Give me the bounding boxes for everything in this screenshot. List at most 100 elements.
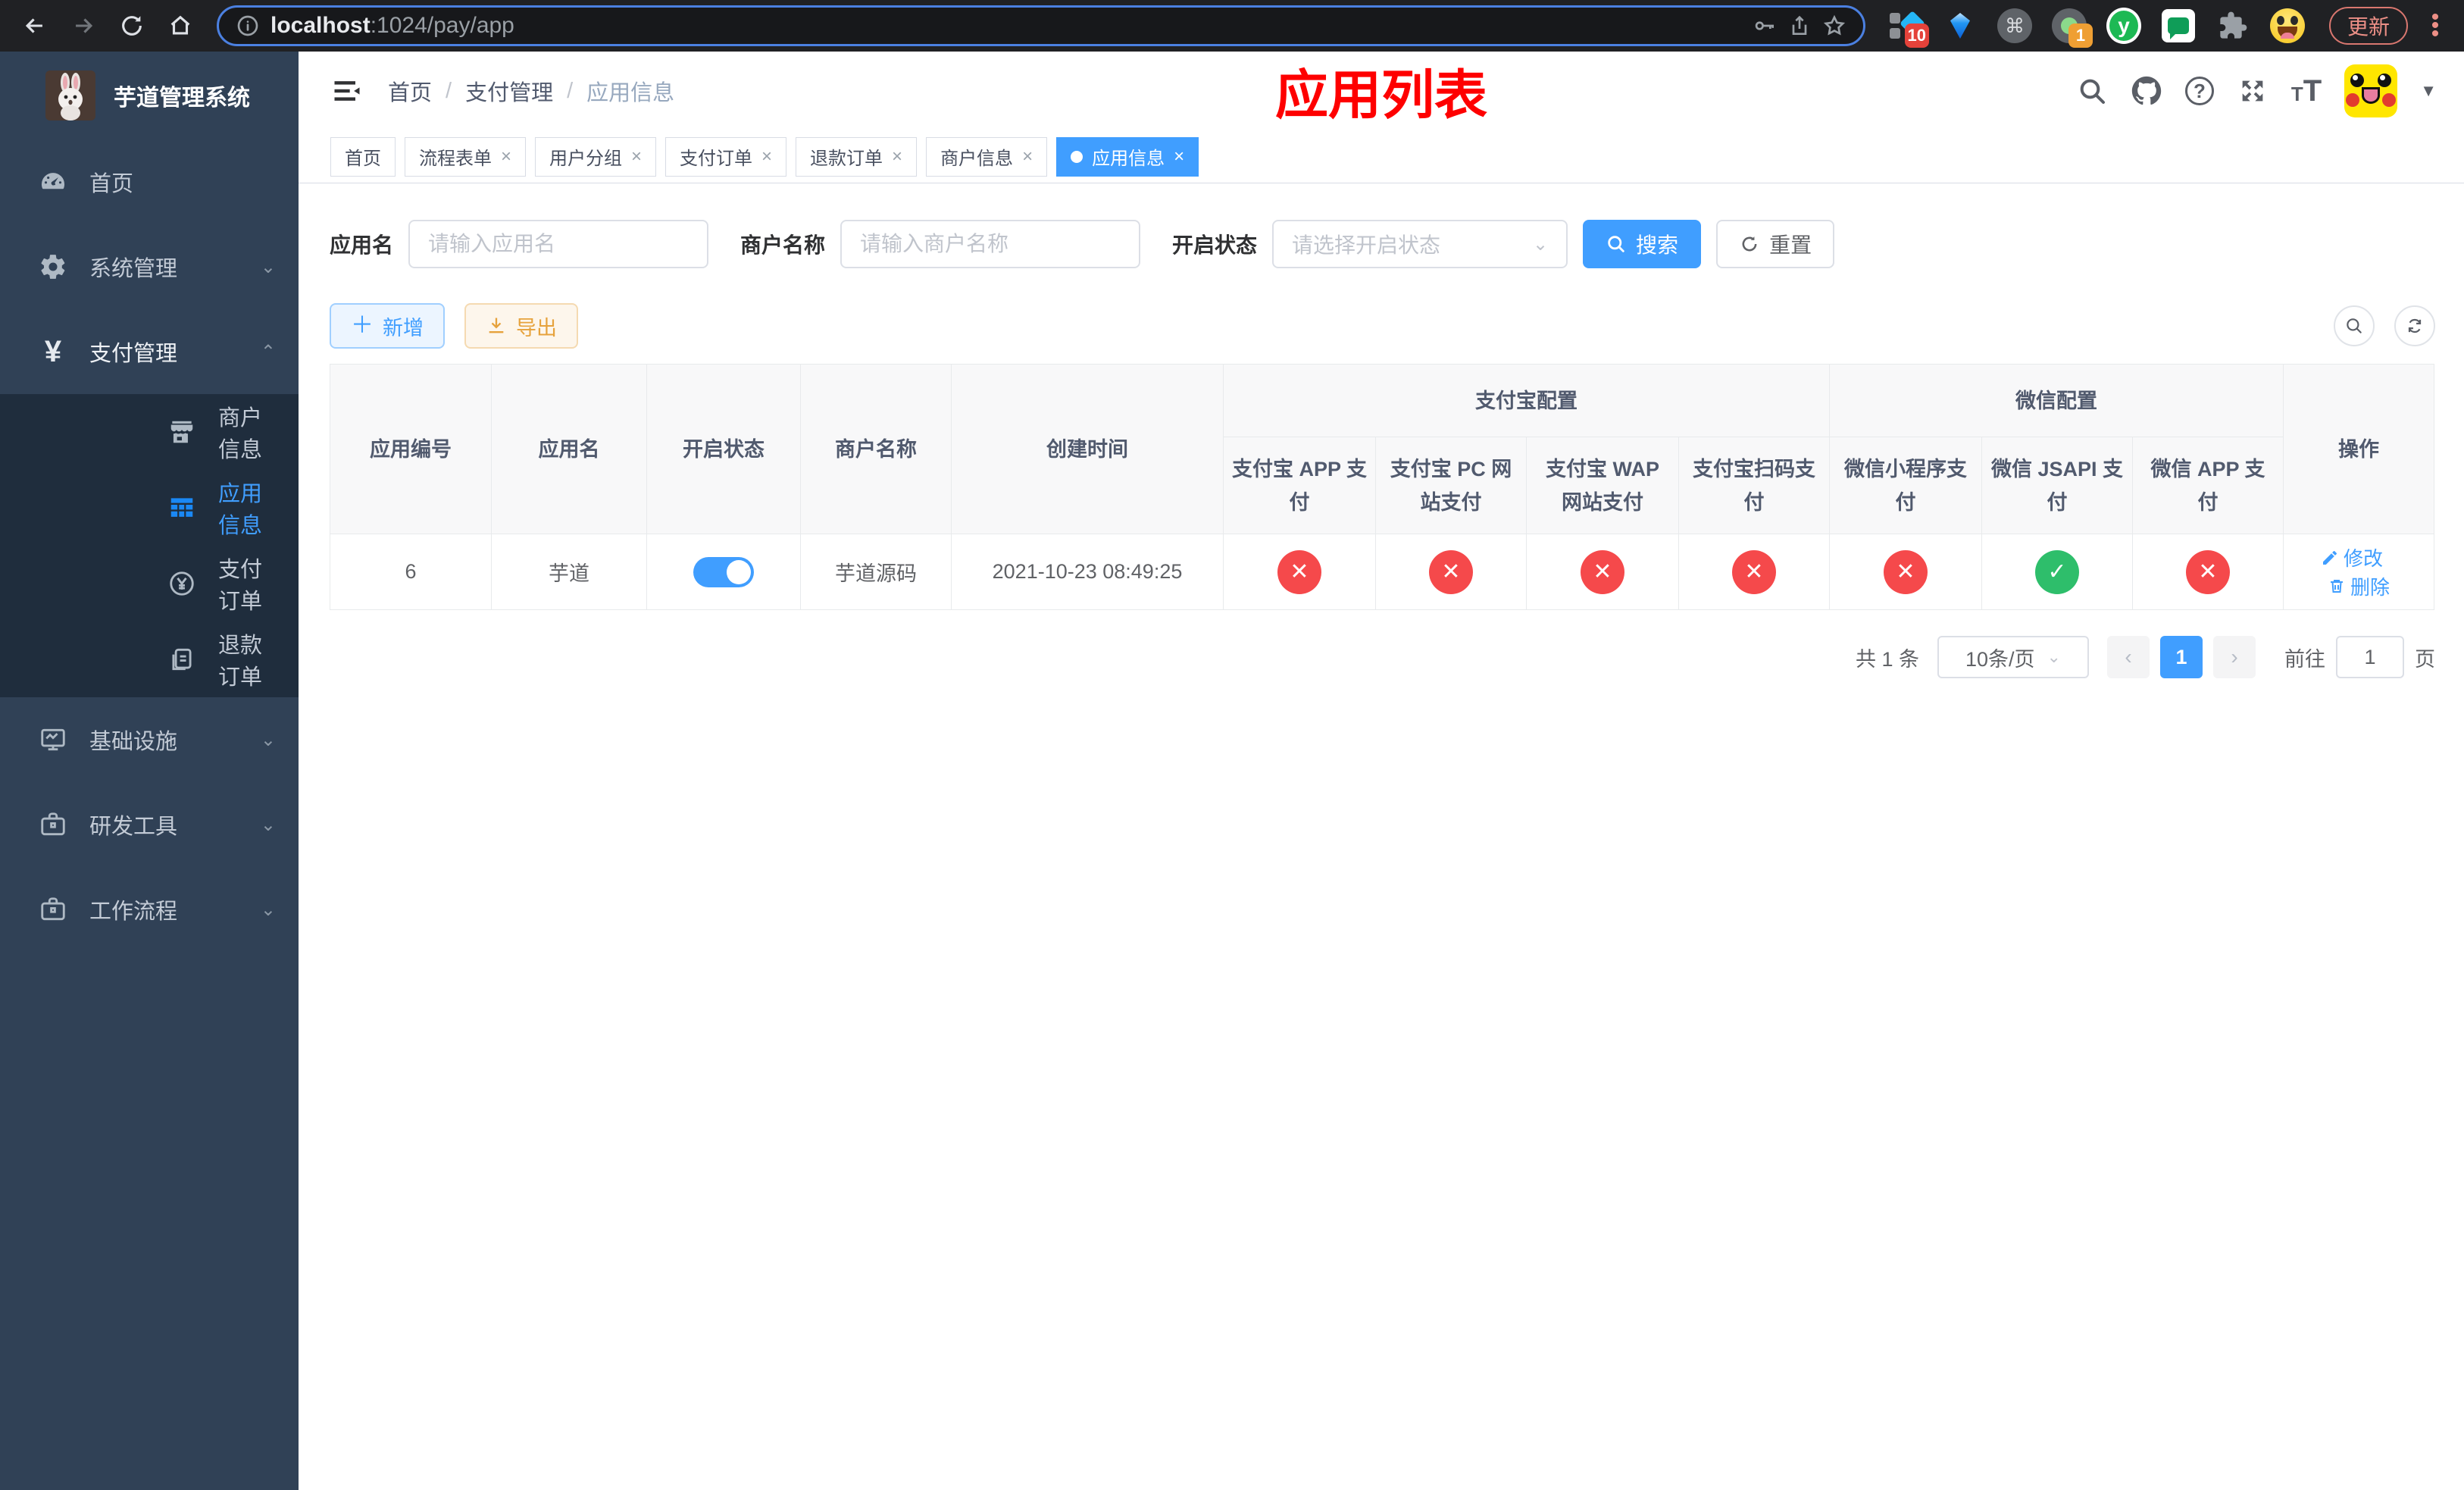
github-icon[interactable] bbox=[2131, 75, 2162, 107]
app-logo-rabbit bbox=[45, 70, 95, 121]
plus-icon: ＋ bbox=[351, 313, 374, 338]
chrome-update-button[interactable]: 更新 bbox=[2328, 7, 2408, 45]
close-icon[interactable]: × bbox=[761, 146, 772, 167]
col-alipay-qr: 支付宝扫码支付 bbox=[1678, 437, 1830, 534]
profile-avatar-icon[interactable] bbox=[2269, 8, 2305, 43]
sidebar-item-app-info[interactable]: 应用信息 bbox=[0, 470, 299, 546]
edit-button[interactable]: 修改 bbox=[2321, 543, 2383, 571]
sidebar-item-infrastructure[interactable]: 基础设施 ⌄ bbox=[0, 697, 299, 782]
goto-page-input[interactable] bbox=[2336, 636, 2404, 678]
breadcrumb-home[interactable]: 首页 bbox=[388, 75, 432, 107]
forward-arrow-icon bbox=[76, 18, 93, 33]
avatar-dropdown-caret[interactable]: ▼ bbox=[2420, 81, 2437, 101]
forward-button[interactable] bbox=[62, 5, 105, 47]
reload-button[interactable] bbox=[111, 5, 153, 47]
dashboard-icon bbox=[38, 167, 68, 197]
next-page-button[interactable]: › bbox=[2213, 636, 2256, 678]
sidebar-item-workflow[interactable]: 工作流程 ⌄ bbox=[0, 867, 299, 952]
refresh-icon bbox=[1742, 236, 1757, 252]
sidebar-item-payment-orders[interactable]: 支付订单 bbox=[0, 546, 299, 621]
add-button[interactable]: ＋ 新增 bbox=[330, 303, 445, 349]
sidebar-logo-row[interactable]: 芋道管理系统 bbox=[0, 52, 299, 139]
close-icon[interactable]: × bbox=[1022, 146, 1033, 167]
extensions-puzzle-icon[interactable] bbox=[2215, 8, 2250, 43]
tag-home[interactable]: 首页 bbox=[330, 136, 396, 177]
export-button[interactable]: 导出 bbox=[464, 303, 578, 349]
cell-app-name: 芋道 bbox=[491, 534, 647, 610]
status-select[interactable]: 请选择开启状态 ⌄ bbox=[1272, 220, 1568, 268]
font-size-icon[interactable]: TT bbox=[2291, 74, 2322, 108]
merchant-name-input[interactable] bbox=[840, 220, 1141, 268]
prev-page-button[interactable]: ‹ bbox=[2107, 636, 2150, 678]
fullscreen-icon[interactable] bbox=[2237, 75, 2269, 107]
bookmark-star-icon[interactable] bbox=[1822, 14, 1846, 38]
app-name-input[interactable] bbox=[408, 220, 709, 268]
extension-command-icon[interactable]: ⌘ bbox=[1997, 8, 2032, 43]
page-content: 应用名 商户名称 开启状态 请选择开启状态 ⌄ 搜索 重置 bbox=[299, 183, 2464, 1490]
sidebar-item-label: 商户信息 bbox=[218, 406, 263, 462]
pencil-icon bbox=[2322, 550, 2337, 565]
back-arrow-icon bbox=[25, 18, 42, 33]
reset-button[interactable]: 重置 bbox=[1716, 220, 1835, 268]
password-key-icon[interactable] bbox=[1753, 14, 1777, 38]
breadcrumb-payment[interactable]: 支付管理 bbox=[465, 75, 553, 107]
help-icon[interactable]: ? bbox=[2184, 77, 2214, 105]
back-button[interactable] bbox=[14, 5, 56, 47]
status-toggle[interactable] bbox=[693, 556, 754, 587]
browser-menu-button[interactable]: • • • bbox=[2428, 5, 2443, 45]
tag-process-form[interactable]: 流程表单 × bbox=[405, 136, 527, 177]
cell-alipay-wap: ✕ bbox=[1526, 534, 1679, 610]
home-button[interactable] bbox=[159, 5, 202, 47]
sidebar-item-refund-orders[interactable]: 退款订单 bbox=[0, 621, 299, 697]
address-bar[interactable]: localhost:1024/pay/app bbox=[217, 5, 1865, 46]
page-number-1[interactable]: 1 bbox=[2160, 636, 2203, 678]
close-icon[interactable]: × bbox=[631, 146, 642, 167]
site-info-icon[interactable] bbox=[236, 14, 260, 38]
header-search-icon[interactable] bbox=[2076, 75, 2108, 107]
extension-y-icon[interactable]: y bbox=[2106, 8, 2141, 44]
sidebar-item-label: 工作流程 bbox=[89, 900, 178, 924]
tag-user-group[interactable]: 用户分组 × bbox=[535, 136, 657, 177]
sidebar-collapse-button[interactable] bbox=[330, 74, 364, 108]
cell-status bbox=[646, 534, 801, 610]
user-avatar[interactable] bbox=[2344, 64, 2398, 117]
cell-wechat-app: ✕ bbox=[2132, 534, 2284, 610]
tag-payment-orders[interactable]: 支付订单 × bbox=[665, 136, 787, 177]
pagination: 共 1 条 10条/页 ⌄ ‹ 1 › 前往 页 bbox=[330, 636, 2435, 678]
config-status-wechat-jsapi: ✓ bbox=[2035, 549, 2079, 594]
extension-pinned-icon[interactable]: 10 bbox=[1888, 8, 1929, 48]
close-icon[interactable]: × bbox=[892, 146, 902, 167]
config-status-alipay-qr: ✕ bbox=[1732, 549, 1776, 594]
sidebar-item-label: 首页 bbox=[89, 172, 134, 196]
tag-merchant-info[interactable]: 商户信息 × bbox=[926, 136, 1048, 177]
sidebar-item-label: 研发工具 bbox=[89, 815, 178, 839]
sidebar-item-merchant-info[interactable]: 商户信息 bbox=[0, 394, 299, 470]
cell-created: 2021-10-23 08:49:25 bbox=[951, 534, 1224, 610]
page-size-select[interactable]: 10条/页 ⌄ bbox=[1937, 636, 2089, 678]
search-button[interactable]: 搜索 bbox=[1583, 220, 1702, 268]
delete-button[interactable]: 删除 bbox=[2328, 572, 2390, 600]
briefcase-icon bbox=[38, 894, 68, 925]
sidebar-item-system[interactable]: 系统管理 ⌄ bbox=[0, 224, 299, 309]
tag-app-info-active[interactable]: 应用信息 × bbox=[1056, 136, 1199, 177]
reload-icon bbox=[122, 16, 142, 36]
sidebar-item-payment[interactable]: ¥ 支付管理 ⌃ bbox=[0, 309, 299, 394]
payment-submenu: 商户信息 应用信息 支付订单 退款订单 bbox=[0, 394, 299, 697]
close-icon[interactable]: × bbox=[501, 146, 511, 167]
toggle-search-button[interactable] bbox=[2334, 305, 2375, 346]
config-status-alipay-pc: ✕ bbox=[1429, 549, 1473, 594]
extension-gem-icon[interactable] bbox=[1943, 8, 1978, 43]
share-icon[interactable] bbox=[1787, 14, 1812, 38]
chevron-down-icon: ⌄ bbox=[260, 899, 276, 920]
app-name-label: 应用名 bbox=[330, 233, 394, 257]
trash-icon bbox=[2330, 580, 2343, 593]
extension-chat-icon[interactable] bbox=[2161, 8, 2196, 43]
extension-recorder-icon[interactable]: 1 bbox=[2051, 8, 2093, 48]
refresh-table-button[interactable] bbox=[2394, 305, 2435, 346]
tag-refund-orders[interactable]: 退款订单 × bbox=[796, 136, 918, 177]
table-row: 6 芋道 芋道源码 2021-10-23 08:49:25 ✕ ✕ ✕ ✕ ✕ … bbox=[330, 534, 2434, 610]
sidebar-item-dev-tools[interactable]: 研发工具 ⌄ bbox=[0, 782, 299, 867]
close-icon[interactable]: × bbox=[1174, 146, 1184, 167]
sidebar-item-home[interactable]: 首页 bbox=[0, 139, 299, 224]
active-dot bbox=[1071, 150, 1083, 163]
